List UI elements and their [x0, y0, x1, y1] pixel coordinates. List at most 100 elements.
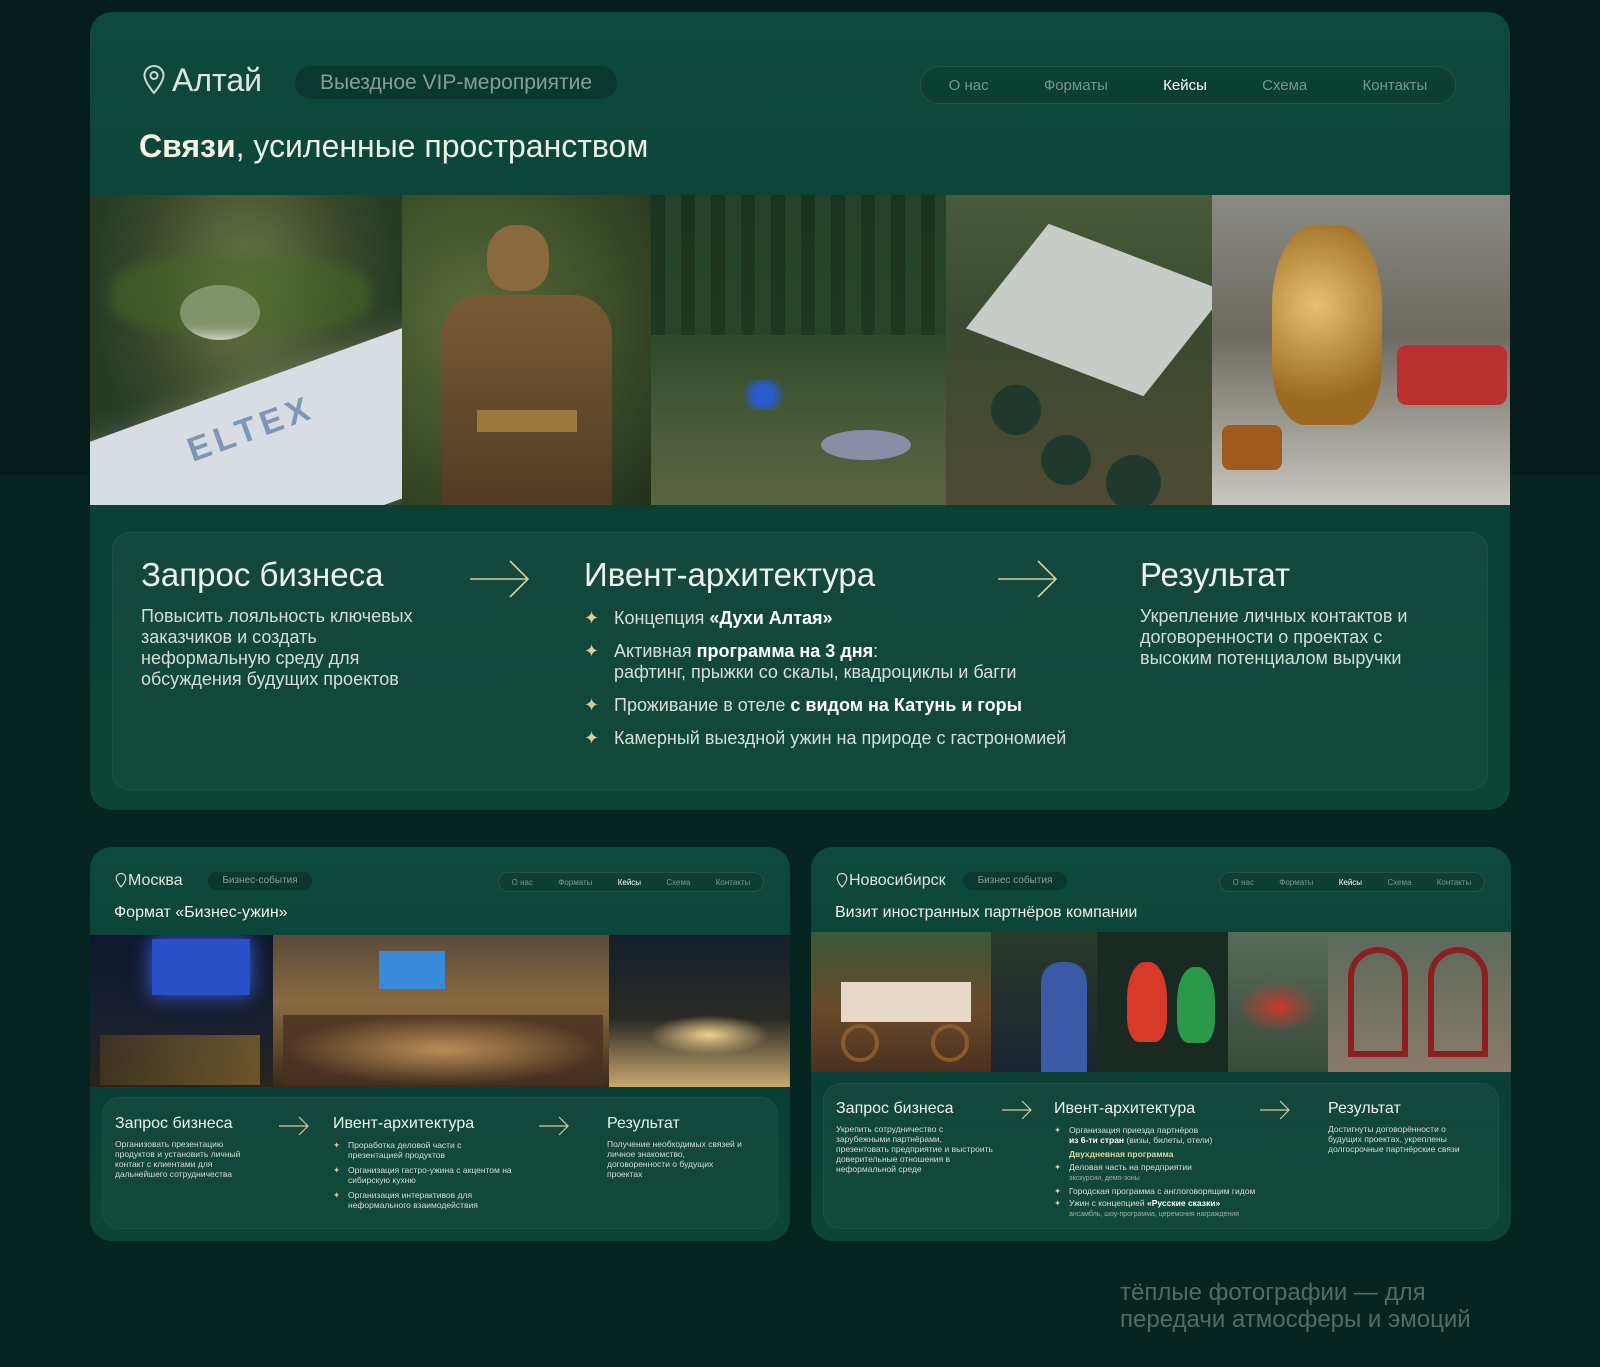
photo-candle-glow [649, 1015, 769, 1055]
architecture-title: Ивент-архитектура [333, 1115, 475, 1132]
page-title-rest: , усиленные пространством [235, 128, 649, 164]
result-text: Укрепление личных контактов и договоренн… [1140, 606, 1408, 668]
location-pin-icon [143, 64, 165, 95]
architecture-title: Ивент-архитектура [584, 556, 876, 593]
list-item: ✦ Ужин с концепцией «Русские сказки» анс… [1054, 1198, 1239, 1218]
page-title: Связи, усиленные пространством [139, 128, 648, 165]
photo-strip [811, 932, 1511, 1072]
sparkle-icon: ✦ [584, 608, 600, 628]
photo-arch-2 [1428, 947, 1488, 1057]
result-title: Результат [607, 1115, 680, 1132]
photo-doll-2 [1177, 967, 1215, 1043]
top-nav: О нас Форматы Кейсы Схема Контакты [1219, 872, 1485, 892]
request-title: Запрос бизнеса [141, 556, 384, 593]
photo-person-belt [477, 410, 577, 432]
photo-trees-shape [651, 195, 946, 335]
sparkle-icon: ✦ [584, 695, 600, 715]
arrow-right-icon [1260, 1100, 1290, 1120]
photo-decor-arches [1328, 932, 1511, 1072]
location-pin-icon [836, 872, 848, 888]
location-pin-icon [115, 872, 127, 888]
photo-stool-1 [991, 385, 1041, 435]
tagline: тёплые фотографии — для передачи атмосфе… [1120, 1279, 1471, 1333]
page-title: Формат «Бизнес-ужин» [114, 904, 288, 921]
architecture-list: ✦ Проработка деловой части с презентацией… [333, 1140, 533, 1210]
photo-blue-items [736, 380, 791, 410]
nav-item-formats[interactable]: Форматы [1279, 878, 1313, 887]
arrow-right-icon [998, 560, 1058, 598]
nav-item-contacts[interactable]: Контакты [716, 878, 751, 887]
sparkle-icon: ✦ [1054, 1125, 1062, 1135]
sparkle-icon: ✦ [584, 641, 600, 661]
list-item: ✦ Деловая часть на предприятии экскурсии… [1054, 1162, 1192, 1182]
photo-costume-shape [1041, 962, 1087, 1072]
result-title: Результат [1328, 1100, 1401, 1117]
photo-moss-logo: ELTEX [90, 195, 402, 505]
sparkle-icon: ✦ [333, 1190, 341, 1200]
nav-item-about[interactable]: О нас [1233, 878, 1254, 887]
photo-wheel-shape-2 [931, 1024, 969, 1062]
case-card-altai: Алтай Выездное VIP-мероприятие О нас Фор… [90, 12, 1510, 810]
photo-samovar [1212, 195, 1510, 505]
event-type-badge: Бизнес-события [208, 872, 312, 890]
photo-banquet-table [946, 195, 1212, 505]
photo-table-cloth [841, 982, 971, 1022]
sparkle-icon: ✦ [584, 728, 600, 748]
nav-item-formats[interactable]: Форматы [558, 878, 592, 887]
photo-cart-feast [811, 932, 991, 1072]
list-item: ✦ Проработка деловой части с презентацией… [333, 1140, 462, 1160]
arrow-right-icon [470, 560, 530, 598]
photo-table-setting [609, 935, 790, 1087]
photo-folk-dance [1228, 932, 1328, 1072]
photo-stool-2 [1041, 435, 1091, 485]
architecture-list: ✦ Концепция «Духи Алтая» ✦ Активная прог… [584, 608, 1124, 761]
arrow-right-icon [1002, 1100, 1032, 1120]
list-item: ✦ Городская программа с англоговорящим г… [1054, 1186, 1256, 1196]
photo-moss-shape [110, 255, 370, 335]
nav-item-cases[interactable]: Кейсы [618, 878, 641, 887]
photo-people-circle [821, 430, 911, 460]
two-day-label: Двухдневная программа [1069, 1149, 1174, 1159]
sparkle-icon: ✦ [1054, 1186, 1062, 1196]
photo-guests-shape [283, 1015, 603, 1085]
event-type-badge: Выездное VIP-мероприятие [295, 66, 617, 99]
nav-item-scheme[interactable]: Схема [1262, 77, 1307, 94]
top-nav: О нас Форматы Кейсы Схема Контакты [498, 872, 764, 892]
nav-item-about[interactable]: О нас [512, 878, 533, 887]
list-item: ✦ Активная программа на 3 дня: рафтинг, … [584, 641, 1017, 682]
photo-matryoshka [1097, 932, 1228, 1072]
result-title: Результат [1140, 556, 1291, 593]
sparkle-icon: ✦ [333, 1140, 341, 1150]
list-item: ✦ Организация приезда партнёров из 6-ти … [1054, 1125, 1213, 1145]
nav-item-cases[interactable]: Кейсы [1339, 878, 1362, 887]
nav-item-about[interactable]: О нас [949, 77, 989, 94]
nav-item-cases[interactable]: Кейсы [1163, 77, 1207, 94]
arrow-right-icon [279, 1116, 309, 1136]
top-nav: О нас Форматы Кейсы Схема Контакты [920, 66, 1456, 104]
photo-folk-greeting [991, 932, 1097, 1072]
location-label: Москва [128, 872, 183, 889]
request-text: Повысить лояльность ключевых заказчиков … [141, 606, 413, 689]
photo-forest-aerial [651, 195, 946, 505]
photo-strip [90, 935, 790, 1087]
nav-item-contacts[interactable]: Контакты [1363, 77, 1428, 94]
photo-stool-3 [1106, 455, 1161, 505]
nav-item-scheme[interactable]: Схема [1387, 878, 1411, 887]
photo-shaman [402, 195, 651, 505]
location-label: Новосибирск [849, 872, 946, 889]
list-item: ✦ Организация интерактивов для неформальн… [333, 1190, 478, 1210]
page-title-bold: Связи [139, 128, 236, 164]
nav-item-scheme[interactable]: Схема [666, 878, 690, 887]
list-item: ✦ Камерный выездной ужин на природе с га… [584, 728, 1067, 748]
nav-item-formats[interactable]: Форматы [1044, 77, 1108, 94]
photo-arch-1 [1348, 947, 1408, 1057]
case-card-novosibirsk: Новосибирск Бизнес события О нас Форматы… [811, 847, 1511, 1241]
sparkle-icon: ✦ [333, 1165, 341, 1175]
photo-cup-shape [1397, 345, 1507, 405]
photo-presentation-hall [90, 935, 273, 1087]
event-type-badge: Бизнес события [963, 872, 1067, 890]
nav-item-contacts[interactable]: Контакты [1437, 878, 1472, 887]
list-item: ✦ Организация гастро-ужина с акцентом на … [333, 1165, 512, 1185]
photo-box-shape [1222, 425, 1282, 470]
result-text: Достигнуты договорённости о будущих прое… [1328, 1124, 1460, 1154]
